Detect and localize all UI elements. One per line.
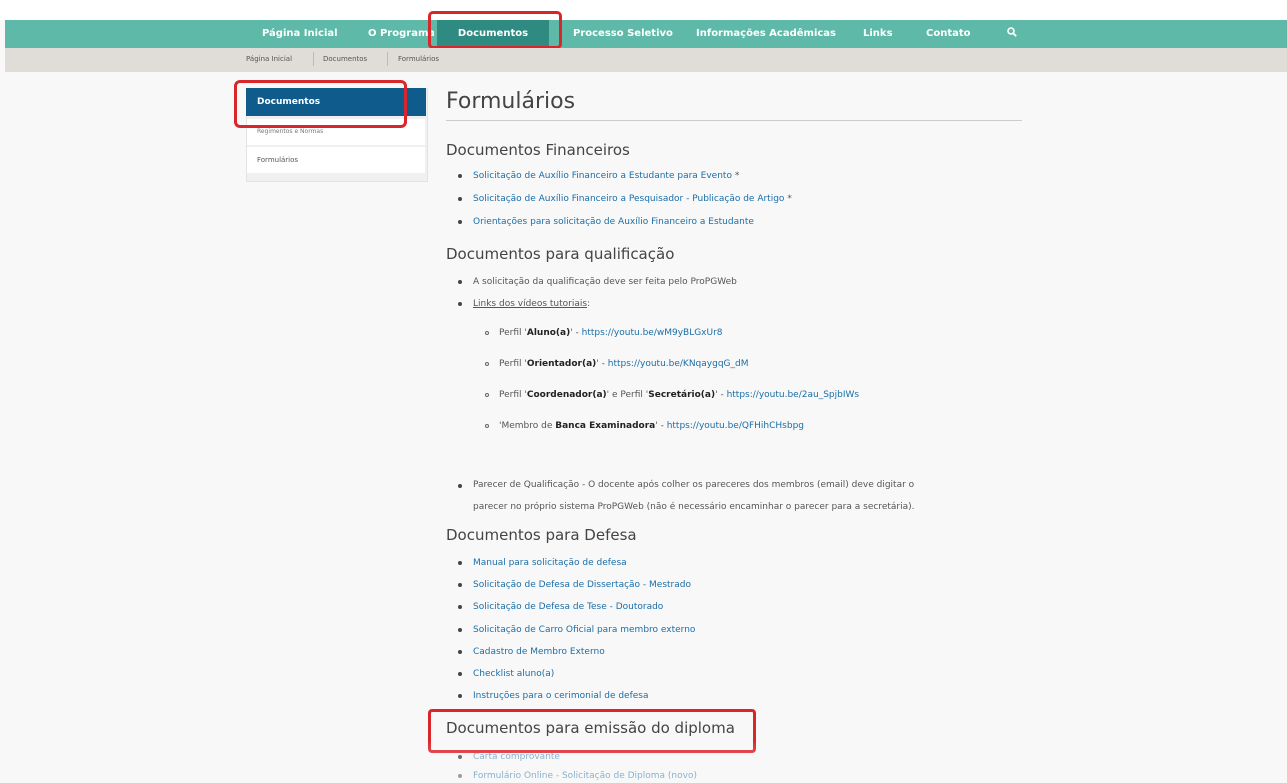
page-title: Formulários [446, 89, 576, 114]
nav-informacoes-academicas[interactable]: Informações Acadêmicas [696, 20, 836, 48]
breadcrumb-separator [313, 52, 314, 66]
link-defesa-dissertacao[interactable]: Solicitação de Defesa de Dissertação - M… [473, 580, 691, 590]
list-item: Solicitação de Auxílio Financeiro a Pesq… [473, 192, 792, 206]
list-item: Checklist aluno(a) [473, 667, 554, 681]
nav-pagina-inicial[interactable]: Página Inicial [262, 20, 338, 48]
bullet [458, 561, 462, 565]
sub-bullet [485, 393, 489, 397]
list-item: Cadastro de Membro Externo [473, 645, 605, 659]
bullet [458, 280, 462, 284]
nav-o-programa[interactable]: O Programa [368, 20, 434, 48]
list-item: A solicitação da qualificação deve ser f… [473, 277, 737, 287]
bullet [458, 484, 462, 488]
video-item: Perfil 'Orientador(a)' - https://youtu.b… [499, 359, 749, 369]
breadcrumb-documentos[interactable]: Documentos [323, 51, 367, 67]
link-video-banca[interactable]: https://youtu.be/QFHihCHsbpg [667, 421, 804, 431]
bullet [458, 650, 462, 654]
bullet [458, 774, 462, 778]
bullet [458, 174, 462, 178]
bullet [458, 672, 462, 676]
highlight-box-diploma [428, 709, 756, 753]
nav-contato[interactable]: Contato [926, 20, 971, 48]
link-video-orientador[interactable]: https://youtu.be/KNqaygqG_dM [608, 359, 749, 369]
bullet [458, 605, 462, 609]
sidebar-item-formularios[interactable]: Formulários [247, 147, 425, 173]
link-auxilio-pesquisador-artigo[interactable]: Solicitação de Auxílio Financeiro a Pesq… [473, 194, 784, 204]
title-divider [446, 120, 1022, 121]
link-carta-comprovante[interactable]: Carta comprovante [473, 752, 560, 762]
list-item: Links dos vídeos tutoriais: [473, 299, 591, 309]
link-instrucoes-cerimonial[interactable]: Instruções para o cerimonial de defesa [473, 691, 649, 701]
breadcrumb-pagina-inicial[interactable]: Página Inicial [246, 51, 292, 67]
bullet [458, 755, 462, 759]
list-item: Solicitação de Defesa de Tese - Doutorad… [473, 600, 663, 614]
highlight-box-sidebar [234, 80, 407, 128]
nav-links[interactable]: Links [863, 20, 893, 48]
nav-processo-seletivo[interactable]: Processo Seletivo [573, 20, 673, 48]
list-item: Solicitação de Defesa de Dissertação - M… [473, 578, 691, 592]
list-item: Manual para solicitação de defesa [473, 556, 627, 570]
bullet [458, 694, 462, 698]
bullet [458, 197, 462, 201]
link-defesa-tese[interactable]: Solicitação de Defesa de Tese - Doutorad… [473, 602, 663, 612]
list-item-parecer: Parecer de Qualificação - O docente após… [473, 480, 915, 512]
link-carro-oficial[interactable]: Solicitação de Carro Oficial para membro… [473, 625, 695, 635]
bullet [458, 583, 462, 587]
asterisk: * [787, 194, 792, 204]
list-item: Solicitação de Carro Oficial para membro… [473, 623, 695, 637]
bullet [458, 628, 462, 632]
sub-bullet [485, 362, 489, 366]
search-icon[interactable] [1007, 27, 1017, 37]
list-item: Formulário Online - Solicitação de Diplo… [473, 769, 697, 783]
breadcrumb-formularios: Formulários [398, 55, 440, 63]
breadcrumb-separator [387, 52, 388, 66]
link-manual-defesa[interactable]: Manual para solicitação de defesa [473, 558, 627, 568]
video-item: 'Membro de Banca Examinadora' - https://… [499, 421, 804, 431]
breadcrumb [5, 48, 1287, 72]
sub-bullet [485, 331, 489, 335]
heading-documentos-qualificacao: Documentos para qualificação [446, 245, 675, 263]
link-video-coordenador-secretario[interactable]: https://youtu.be/2au_SpjbIWs [727, 390, 860, 400]
list-item: Instruções para o cerimonial de defesa [473, 689, 649, 703]
list-item: Solicitação de Auxílio Financeiro a Estu… [473, 169, 739, 183]
heading-documentos-defesa: Documentos para Defesa [446, 526, 637, 544]
link-auxilio-estudante-evento[interactable]: Solicitação de Auxílio Financeiro a Estu… [473, 171, 732, 181]
asterisk: * [734, 171, 740, 181]
link-video-aluno[interactable]: https://youtu.be/wM9yBLGxUr8 [582, 328, 723, 338]
heading-documentos-financeiros: Documentos Financeiros [446, 141, 630, 159]
video-item: Perfil 'Aluno(a)' - https://youtu.be/wM9… [499, 328, 723, 338]
list-item: Orientações para solicitação de Auxílio … [473, 215, 754, 229]
top-strip [0, 0, 1287, 20]
bullet [458, 220, 462, 224]
tutorial-links-label: Links dos vídeos tutoriais [473, 299, 588, 309]
link-checklist-aluno[interactable]: Checklist aluno(a) [473, 669, 554, 679]
bullet [458, 302, 462, 306]
link-cadastro-membro-externo[interactable]: Cadastro de Membro Externo [473, 647, 605, 657]
highlight-box-nav [428, 11, 562, 49]
video-item: Perfil 'Coordenador(a)' e Perfil 'Secret… [499, 390, 860, 400]
sub-bullet [485, 424, 489, 428]
link-orientacoes-auxilio[interactable]: Orientações para solicitação de Auxílio … [473, 217, 754, 227]
main-navbar: Página Inicial O Programa Processo Selet… [5, 20, 1287, 48]
